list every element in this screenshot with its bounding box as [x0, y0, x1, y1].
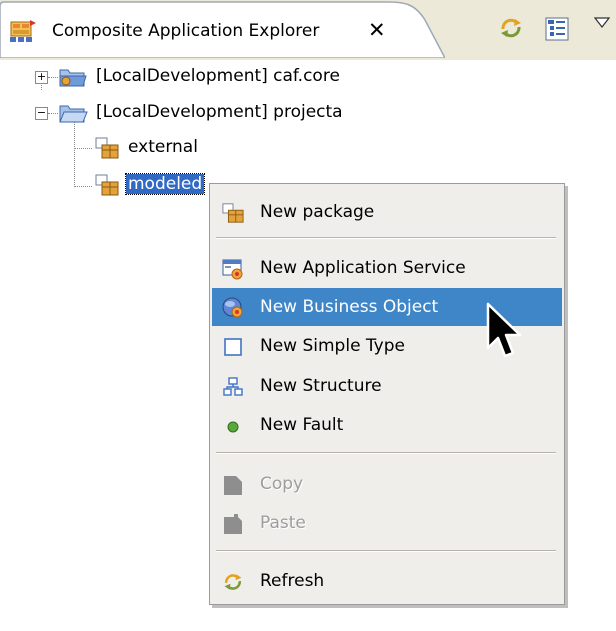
- tree-item-projecta[interactable]: − [LocalDevelopment] projecta: [0, 99, 400, 127]
- menu-item-label: New Structure: [260, 376, 382, 396]
- copy-icon: [222, 474, 244, 496]
- menu-item-label: New Application Service: [260, 258, 466, 278]
- tree-item-label: [LocalDevelopment] caf.core: [96, 66, 340, 86]
- menu-separator: [216, 237, 556, 239]
- application-service-icon: [222, 258, 244, 280]
- view-tab[interactable]: Composite Application Explorer ✕: [0, 0, 445, 58]
- close-icon[interactable]: ✕: [368, 18, 386, 42]
- menu-separator: [216, 452, 556, 454]
- mouse-cursor-icon: [486, 302, 522, 358]
- tree-item-label: external: [128, 137, 198, 157]
- menu-item-new-structure[interactable]: New Structure: [212, 367, 562, 405]
- menu-item-new-application-service[interactable]: New Application Service: [212, 249, 562, 287]
- menu-item-label: Refresh: [260, 571, 325, 591]
- expand-icon[interactable]: +: [35, 71, 48, 84]
- fault-icon: [222, 415, 244, 437]
- structure-icon: [222, 376, 244, 398]
- simple-type-icon: [222, 336, 244, 358]
- tree-item-caf-core[interactable]: + [LocalDevelopment] caf.core: [0, 63, 400, 91]
- view-title: Composite Application Explorer: [52, 21, 320, 41]
- project-folder-icon: [58, 66, 88, 88]
- collapse-icon[interactable]: −: [35, 107, 48, 120]
- layout-icon[interactable]: [545, 17, 569, 41]
- view-menu-icon[interactable]: [593, 14, 611, 28]
- tree-item-external[interactable]: external: [0, 134, 300, 162]
- menu-item-label: Paste: [260, 513, 306, 533]
- composite-app-icon: [10, 20, 36, 42]
- menu-item-paste[interactable]: Paste: [212, 504, 562, 542]
- menu-item-label: Copy: [260, 474, 304, 494]
- menu-item-new-package[interactable]: New package: [212, 193, 562, 231]
- context-menu: New package New Application Service New …: [209, 183, 565, 605]
- sync-icon[interactable]: [498, 15, 524, 41]
- package-icon: [95, 137, 119, 159]
- refresh-icon: [222, 571, 244, 593]
- menu-item-label: New Fault: [260, 415, 344, 435]
- package-icon: [95, 174, 119, 196]
- menu-item-refresh[interactable]: Refresh: [212, 562, 562, 600]
- paste-icon: [222, 513, 244, 535]
- business-object-icon: [222, 297, 244, 319]
- menu-item-copy[interactable]: Copy: [212, 465, 562, 503]
- menu-separator: [216, 550, 556, 552]
- view-header: Composite Application Explorer ✕: [0, 0, 616, 60]
- menu-item-label: New Business Object: [260, 297, 439, 317]
- menu-item-label: New package: [260, 202, 375, 222]
- project-folder-open-icon: [58, 102, 88, 124]
- tree-item-label: [LocalDevelopment] projecta: [96, 102, 343, 122]
- package-icon: [222, 202, 244, 224]
- menu-item-new-fault[interactable]: New Fault: [212, 406, 562, 444]
- menu-item-label: New Simple Type: [260, 336, 405, 356]
- tree-item-label: modeled: [124, 173, 206, 195]
